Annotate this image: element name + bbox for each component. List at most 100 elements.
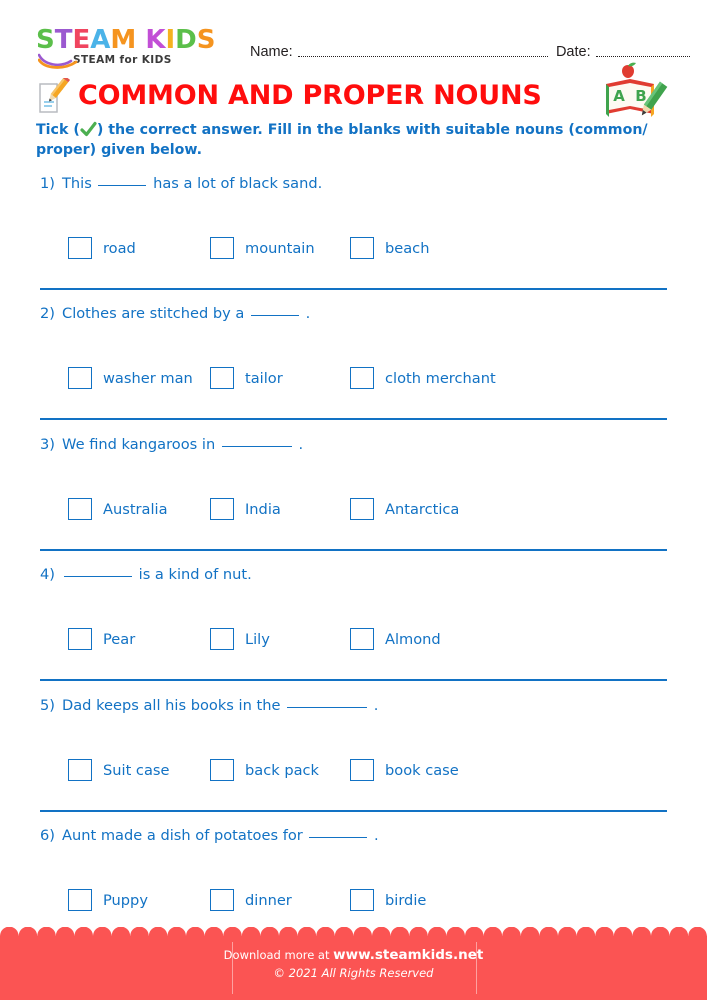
checkbox[interactable] <box>68 628 92 650</box>
option-item[interactable]: tailor <box>210 367 283 389</box>
option-item[interactable]: Almond <box>350 628 441 650</box>
checkbox[interactable] <box>210 237 234 259</box>
footer-content: Download more at www.steamkids.net © 202… <box>0 946 707 982</box>
option-label: Suit case <box>103 761 170 779</box>
swoosh-icon <box>38 53 78 69</box>
abc-book-icon: A B <box>600 62 676 124</box>
page-footer: Download more at www.steamkids.net © 202… <box>0 926 707 1000</box>
question-divider <box>40 418 667 420</box>
checkbox[interactable] <box>210 759 234 781</box>
checkbox[interactable] <box>350 889 374 911</box>
name-label: Name: <box>250 44 293 60</box>
checkbox[interactable] <box>350 628 374 650</box>
option-label: beach <box>385 239 430 257</box>
option-item[interactable]: India <box>210 498 281 520</box>
footer-url[interactable]: www.steamkids.net <box>333 947 483 963</box>
checkbox[interactable] <box>68 367 92 389</box>
checkbox[interactable] <box>350 498 374 520</box>
checkbox[interactable] <box>350 367 374 389</box>
logo-letter: T <box>54 25 73 55</box>
checkbox[interactable] <box>68 889 92 911</box>
option-row: washer man tailor cloth merchant <box>0 367 707 393</box>
instruction-text: Tick () the correct answer. Fill in the … <box>36 120 656 160</box>
option-row: Australia India Antarctica <box>0 498 707 524</box>
checkbox[interactable] <box>350 759 374 781</box>
checkbox[interactable] <box>210 498 234 520</box>
option-label: India <box>245 500 281 518</box>
option-item[interactable]: Antarctica <box>350 498 459 520</box>
option-label: back pack <box>245 761 320 779</box>
instruction-part2: ) the correct answer. Fill in the blanks… <box>36 122 648 158</box>
option-row: Suit case back pack book case <box>0 759 707 785</box>
logo-letter <box>136 27 145 53</box>
answer-blank[interactable] <box>287 707 368 708</box>
checkbox[interactable] <box>210 367 234 389</box>
logo-letter: M <box>110 25 137 55</box>
option-item[interactable]: Lily <box>210 628 270 650</box>
answer-blank[interactable] <box>221 446 292 447</box>
option-label: Antarctica <box>385 500 460 518</box>
instruction-part1: Tick ( <box>36 122 80 138</box>
option-item[interactable]: birdie <box>350 889 426 911</box>
option-item[interactable]: Suit case <box>68 759 169 781</box>
checkbox[interactable] <box>68 498 92 520</box>
question-text: 2) Clothes are stitched by a . <box>40 305 310 322</box>
option-item[interactable]: road <box>68 237 136 259</box>
question-number: 6) <box>40 827 55 844</box>
question-text-before: Clothes are stitched by a <box>62 305 249 322</box>
option-label: road <box>103 239 136 257</box>
date-label: Date: <box>555 44 591 60</box>
question-text: 3) We find kangaroos in . <box>40 436 303 453</box>
question-number: 2) <box>40 305 55 322</box>
option-item[interactable]: back pack <box>210 759 319 781</box>
question-divider <box>40 810 667 812</box>
question-text: 6) Aunt made a dish of potatoes for . <box>40 827 379 844</box>
question-text-before: This <box>62 175 97 192</box>
steam-kids-logo: STEAM KIDS STEAM for KIDS <box>36 27 236 69</box>
option-row: Puppy dinner birdie <box>0 889 707 915</box>
question-text: 5) Dad keeps all his books in the . <box>40 697 378 714</box>
checkbox[interactable] <box>210 889 234 911</box>
option-item[interactable]: Australia <box>68 498 168 520</box>
option-label: Australia <box>103 500 168 518</box>
answer-blank[interactable] <box>309 837 368 838</box>
option-row: road mountain beach <box>0 237 707 263</box>
checkbox[interactable] <box>68 237 92 259</box>
date-input-line[interactable] <box>595 56 690 57</box>
logo-tagline: STEAM for KIDS <box>73 54 172 66</box>
checkbox[interactable] <box>68 759 92 781</box>
question-text: 4) is a kind of nut. <box>40 566 252 583</box>
question-text-after: . <box>300 305 311 322</box>
svg-text:A: A <box>613 87 625 105</box>
option-item[interactable]: Puppy <box>68 889 148 911</box>
answer-blank[interactable] <box>98 185 147 186</box>
question-number: 1) <box>40 175 55 192</box>
question-number: 3) <box>40 436 55 453</box>
logo-letter: S <box>36 25 55 55</box>
question-divider <box>40 288 667 290</box>
scallop-edge <box>0 926 707 946</box>
checkbox[interactable] <box>210 628 234 650</box>
question-text-before: We find kangaroos in <box>62 436 220 453</box>
question-number: 5) <box>40 697 55 714</box>
footer-download-line: Download more at www.steamkids.net <box>0 946 707 964</box>
option-item[interactable]: cloth merchant <box>350 367 496 389</box>
question-text-after: is a kind of nut. <box>134 566 252 583</box>
question-text-before: Aunt made a dish of potatoes for <box>62 827 308 844</box>
option-label: Puppy <box>103 891 148 909</box>
option-item[interactable]: dinner <box>210 889 292 911</box>
name-input-line[interactable] <box>297 56 548 57</box>
option-row: Pear Lily Almond <box>0 628 707 654</box>
answer-blank[interactable] <box>64 576 132 577</box>
name-date-row: Name: Date: <box>250 36 690 60</box>
checkbox[interactable] <box>350 237 374 259</box>
answer-blank[interactable] <box>250 315 299 316</box>
pencil-paper-icon <box>34 75 71 116</box>
logo-wordmark: STEAM KIDS <box>36 27 236 53</box>
option-item[interactable]: mountain <box>210 237 315 259</box>
option-item[interactable]: beach <box>350 237 429 259</box>
option-item[interactable]: Pear <box>68 628 135 650</box>
option-item[interactable]: book case <box>350 759 459 781</box>
option-item[interactable]: washer man <box>68 367 193 389</box>
svg-text:B: B <box>635 87 646 105</box>
